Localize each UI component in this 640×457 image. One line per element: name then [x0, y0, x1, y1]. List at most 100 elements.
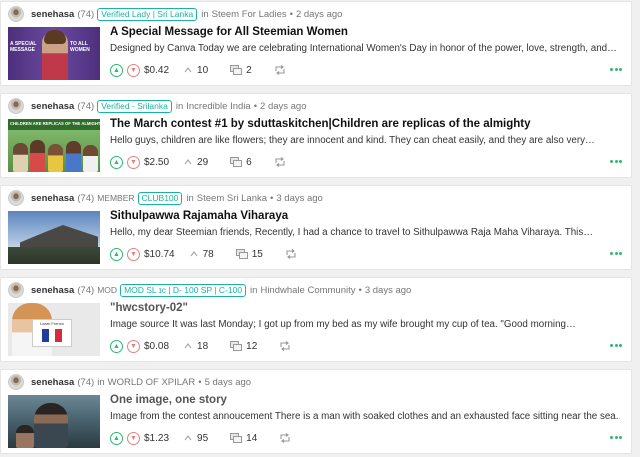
reputation: (74) — [77, 8, 95, 20]
post-title[interactable]: One image, one story — [110, 394, 227, 406]
vote-count[interactable]: 10 — [197, 65, 208, 76]
post-summary[interactable]: Designed by Canva Today we are celebrati… — [110, 43, 620, 54]
thumb-text: TO ALL WOMEN — [70, 41, 90, 53]
post-thumbnail[interactable] — [8, 211, 100, 264]
flag-image — [42, 329, 63, 342]
post-time[interactable]: 2 days ago — [296, 9, 342, 20]
community-link[interactable]: Hindwhale Community — [260, 285, 355, 296]
community-link[interactable]: Steem Sri Lanka — [197, 193, 267, 204]
post-header: senehasa (74) Verified - Srilanka in Inc… — [8, 98, 307, 114]
thumb-text: A SPECIAL MESSAGE — [10, 41, 37, 53]
post-summary[interactable]: Hello guys, children are like flowers; t… — [110, 135, 620, 146]
resteem-icon[interactable] — [279, 433, 291, 443]
post-time[interactable]: 2 days ago — [260, 101, 306, 112]
avatar[interactable] — [8, 374, 24, 390]
upvote-button[interactable]: ▲ — [110, 155, 123, 169]
resteem-icon[interactable] — [274, 65, 286, 75]
post-summary[interactable]: Hello, my dear Steemian friends, Recentl… — [110, 227, 620, 238]
vote-count[interactable]: 29 — [197, 157, 208, 168]
resteem-icon[interactable] — [274, 157, 286, 167]
reputation: (74) — [77, 100, 95, 112]
community-link[interactable]: Steem For Ladies — [212, 9, 287, 20]
avatar[interactable] — [8, 98, 24, 114]
post-feed: senehasa (74) Verified Lady | Sri Lanka … — [0, 0, 640, 457]
separator: • — [253, 100, 258, 112]
upvote-button[interactable]: ▲ — [110, 339, 123, 353]
caret-up-icon — [183, 433, 193, 443]
reputation: (74) — [77, 284, 95, 296]
comment-count[interactable]: 12 — [246, 341, 257, 352]
chevron-down-icon: ▼ — [130, 434, 137, 442]
comments-icon — [230, 341, 243, 351]
post-title[interactable]: A Special Message for All Steemian Women — [110, 26, 348, 38]
post-header: senehasa (74) MEMBER CLUB100 in Steem Sr… — [8, 190, 323, 206]
post-summary[interactable]: Image source It was last Monday; I got u… — [110, 319, 620, 330]
caret-up-icon — [183, 65, 193, 75]
payout-value[interactable]: $1.23 — [144, 433, 169, 444]
upvote-button[interactable]: ▲ — [110, 247, 123, 261]
vote-count[interactable]: 18 — [197, 341, 208, 352]
payout-value[interactable]: $2.50 — [144, 157, 169, 168]
more-dots-icon[interactable] — [610, 436, 622, 439]
author-link[interactable]: senehasa — [31, 9, 74, 20]
upvote-button[interactable]: ▲ — [110, 431, 123, 445]
community-prefix: in — [201, 8, 209, 20]
post-thumbnail[interactable] — [8, 395, 100, 448]
vote-count[interactable]: 95 — [197, 433, 208, 444]
comments-icon — [230, 65, 243, 75]
author-link[interactable]: senehasa — [31, 193, 74, 204]
post-time[interactable]: 3 days ago — [276, 193, 322, 204]
post-thumbnail[interactable]: Learn French — [8, 303, 100, 356]
post-card: senehasa (74) MEMBER CLUB100 in Steem Sr… — [0, 185, 632, 270]
comment-count[interactable]: 15 — [252, 249, 263, 260]
downvote-button[interactable]: ▼ — [127, 63, 140, 77]
author-link[interactable]: senehasa — [31, 285, 74, 296]
caret-up-icon — [189, 249, 199, 259]
thumb-text: Learn French — [40, 321, 64, 326]
post-time[interactable]: 5 days ago — [205, 377, 251, 388]
payout-value[interactable]: $0.08 — [144, 341, 169, 352]
more-dots-icon[interactable] — [610, 68, 622, 71]
more-dots-icon[interactable] — [610, 344, 622, 347]
downvote-button[interactable]: ▼ — [127, 247, 140, 261]
post-title[interactable]: Sithulpawwa Rajamaha Viharaya — [110, 210, 288, 222]
post-footer: ▲ ▼ $0.08 18 12 — [110, 336, 291, 356]
author-link[interactable]: senehasa — [31, 101, 74, 112]
separator: • — [289, 8, 293, 20]
more-dots-icon[interactable] — [610, 252, 622, 255]
downvote-button[interactable]: ▼ — [127, 155, 140, 169]
payout-value[interactable]: $10.74 — [144, 249, 175, 260]
post-summary[interactable]: Image from the contest annoucement There… — [110, 411, 620, 422]
avatar[interactable] — [8, 6, 24, 22]
community-prefix: in — [97, 376, 105, 388]
post-thumbnail[interactable]: A SPECIAL MESSAGE TO ALL WOMEN — [8, 27, 100, 80]
post-footer: ▲ ▼ $10.74 78 15 — [110, 244, 297, 264]
avatar[interactable] — [8, 282, 24, 298]
downvote-button[interactable]: ▼ — [127, 339, 140, 353]
reputation: (74) — [77, 376, 95, 388]
comment-count[interactable]: 6 — [246, 157, 252, 168]
post-title[interactable]: "hwcstory-02" — [110, 302, 188, 314]
upvote-button[interactable]: ▲ — [110, 63, 123, 77]
post-card: senehasa (74) Verified - Srilanka in Inc… — [0, 93, 632, 178]
comment-count[interactable]: 14 — [246, 433, 257, 444]
comment-count[interactable]: 2 — [246, 65, 252, 76]
resteem-icon[interactable] — [279, 341, 291, 351]
community-link[interactable]: WORLD OF XPILAR — [108, 377, 196, 388]
chevron-up-icon: ▲ — [113, 342, 120, 350]
chevron-up-icon: ▲ — [113, 66, 120, 74]
resteem-icon[interactable] — [285, 249, 297, 259]
post-thumbnail[interactable]: CHILDREN ARE REPLICAS OF THE ALMIGHTY — [8, 119, 100, 172]
chevron-up-icon: ▲ — [113, 250, 120, 258]
post-time[interactable]: 3 days ago — [365, 285, 411, 296]
vote-count[interactable]: 78 — [203, 249, 214, 260]
payout-value[interactable]: $0.42 — [144, 65, 169, 76]
community-link[interactable]: Incredible India — [186, 101, 250, 112]
post-title[interactable]: The March contest #1 by sduttaskitchen|C… — [110, 118, 531, 130]
avatar[interactable] — [8, 190, 24, 206]
author-link[interactable]: senehasa — [31, 377, 74, 388]
downvote-button[interactable]: ▼ — [127, 431, 140, 445]
more-dots-icon[interactable] — [610, 160, 622, 163]
post-header: senehasa (74) in WORLD OF XPILAR • 5 day… — [8, 374, 251, 390]
author-badge: MOD SL ɪᴄ | D- 100 SP | C-100 — [120, 283, 247, 297]
